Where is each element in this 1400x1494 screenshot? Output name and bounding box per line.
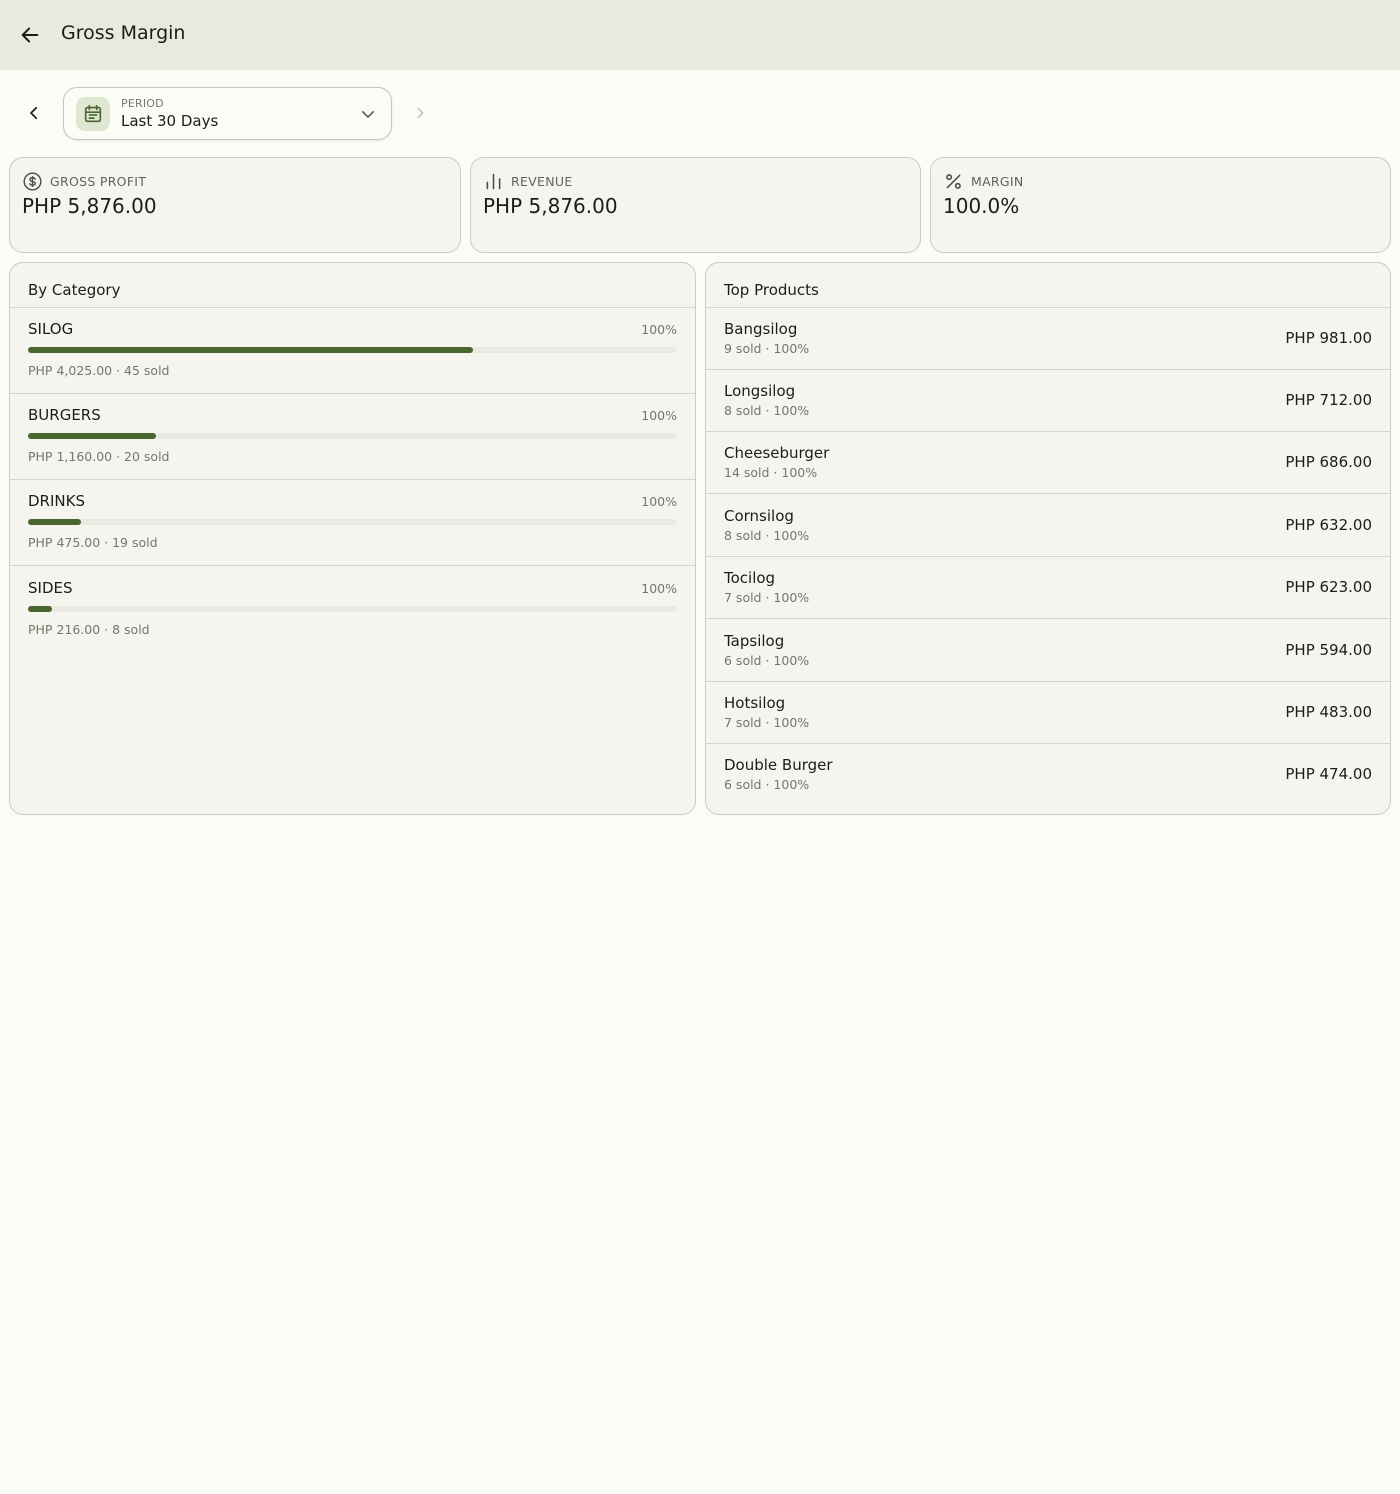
top-products-title: Top Products bbox=[724, 281, 819, 299]
product-row[interactable]: Hotsilog 7 sold · 100% PHP 483.00 bbox=[706, 682, 1390, 744]
category-bar-track bbox=[28, 519, 677, 525]
chevron-right-icon bbox=[417, 107, 424, 119]
product-row[interactable]: Cornsilog 8 sold · 100% PHP 632.00 bbox=[706, 495, 1390, 557]
category-bar-fill bbox=[28, 433, 156, 439]
category-row[interactable]: SILOG 100% PHP 4,025.00 · 45 sold bbox=[10, 308, 695, 394]
gross-profit-card: GROSS PROFIT PHP 5,876.00 bbox=[9, 157, 461, 253]
next-period-button[interactable] bbox=[406, 99, 434, 127]
product-amount: PHP 594.00 bbox=[1285, 641, 1372, 659]
calendar-icon bbox=[76, 97, 110, 131]
period-label: PERIOD bbox=[121, 97, 164, 110]
product-amount: PHP 623.00 bbox=[1285, 578, 1372, 596]
product-name: Double Burger bbox=[724, 756, 833, 774]
margin-card: MARGIN 100.0% bbox=[930, 157, 1391, 253]
product-meta: 7 sold · 100% bbox=[724, 590, 810, 605]
product-amount: PHP 483.00 bbox=[1285, 703, 1372, 721]
previous-period-button[interactable] bbox=[20, 99, 48, 127]
category-meta: PHP 475.00 · 19 sold bbox=[28, 535, 158, 550]
product-name: Cheeseburger bbox=[724, 444, 830, 462]
chevron-down-icon bbox=[362, 111, 374, 118]
margin-label: MARGIN bbox=[971, 174, 1024, 189]
top-products-panel: Top Products Bangsilog 9 sold · 100% PHP… bbox=[705, 262, 1391, 815]
chevron-left-icon bbox=[30, 106, 38, 120]
product-row[interactable]: Longsilog 8 sold · 100% PHP 712.00 bbox=[706, 370, 1390, 432]
category-margin: 100% bbox=[641, 408, 677, 423]
category-bar-track bbox=[28, 606, 677, 612]
gross-profit-label: GROSS PROFIT bbox=[50, 174, 147, 189]
category-margin: 100% bbox=[641, 494, 677, 509]
category-name: DRINKS bbox=[28, 492, 85, 510]
product-amount: PHP 632.00 bbox=[1285, 516, 1372, 534]
category-bar-fill bbox=[28, 519, 81, 525]
period-value: Last 30 Days bbox=[121, 112, 219, 130]
product-meta: 8 sold · 100% bbox=[724, 528, 810, 543]
revenue-label: REVENUE bbox=[511, 174, 573, 189]
product-meta: 8 sold · 100% bbox=[724, 403, 810, 418]
product-meta: 6 sold · 100% bbox=[724, 653, 810, 668]
category-meta: PHP 1,160.00 · 20 sold bbox=[28, 449, 170, 464]
category-name: SIDES bbox=[28, 579, 73, 597]
bar-chart-icon bbox=[486, 173, 501, 190]
product-amount: PHP 686.00 bbox=[1285, 453, 1372, 471]
revenue-card: REVENUE PHP 5,876.00 bbox=[470, 157, 921, 253]
back-button[interactable] bbox=[12, 17, 48, 53]
product-meta: 6 sold · 100% bbox=[724, 777, 810, 792]
category-meta: PHP 216.00 · 8 sold bbox=[28, 622, 150, 637]
category-name: SILOG bbox=[28, 320, 74, 338]
category-bar-fill bbox=[28, 606, 52, 612]
product-row[interactable]: Cheeseburger 14 sold · 100% PHP 686.00 bbox=[706, 432, 1390, 494]
product-meta: 9 sold · 100% bbox=[724, 341, 810, 356]
category-row[interactable]: SIDES 100% PHP 216.00 · 8 sold bbox=[10, 567, 695, 653]
category-margin: 100% bbox=[641, 322, 677, 337]
category-margin: 100% bbox=[641, 581, 677, 596]
product-name: Bangsilog bbox=[724, 320, 798, 338]
product-meta: 7 sold · 100% bbox=[724, 715, 810, 730]
product-name: Hotsilog bbox=[724, 694, 786, 712]
product-amount: PHP 981.00 bbox=[1285, 329, 1372, 347]
product-row[interactable]: Tocilog 7 sold · 100% PHP 623.00 bbox=[706, 557, 1390, 619]
percent-icon bbox=[946, 174, 961, 189]
product-name: Tapsilog bbox=[724, 632, 785, 650]
app-bar: Gross Margin bbox=[0, 0, 1400, 70]
product-meta: 14 sold · 100% bbox=[724, 465, 818, 480]
by-category-title: By Category bbox=[28, 281, 121, 299]
product-name: Longsilog bbox=[724, 382, 796, 400]
category-meta: PHP 4,025.00 · 45 sold bbox=[28, 363, 170, 378]
period-dropdown[interactable]: PERIOD Last 30 Days bbox=[63, 87, 392, 140]
product-amount: PHP 712.00 bbox=[1285, 391, 1372, 409]
arrow-left-icon bbox=[21, 27, 39, 43]
category-bar-track bbox=[28, 433, 677, 439]
category-bar-track bbox=[28, 347, 677, 353]
product-row[interactable]: Double Burger 6 sold · 100% PHP 474.00 bbox=[706, 744, 1390, 806]
product-name: Tocilog bbox=[724, 569, 776, 587]
product-name: Cornsilog bbox=[724, 507, 794, 525]
page-title: Gross Margin bbox=[61, 22, 186, 44]
product-amount: PHP 474.00 bbox=[1285, 765, 1372, 783]
revenue-value: PHP 5,876.00 bbox=[483, 194, 618, 218]
gross-profit-value: PHP 5,876.00 bbox=[22, 194, 157, 218]
by-category-panel: By Category SILOG 100% PHP 4,025.00 · 45… bbox=[9, 262, 696, 815]
margin-value: 100.0% bbox=[943, 194, 1020, 218]
category-row[interactable]: DRINKS 100% PHP 475.00 · 19 sold bbox=[10, 480, 695, 566]
dollar-circle-icon bbox=[23, 172, 42, 191]
product-row[interactable]: Tapsilog 6 sold · 100% PHP 594.00 bbox=[706, 620, 1390, 682]
category-bar-fill bbox=[28, 347, 473, 353]
category-name: BURGERS bbox=[28, 406, 101, 424]
product-row[interactable]: Bangsilog 9 sold · 100% PHP 981.00 bbox=[706, 308, 1390, 370]
category-row[interactable]: BURGERS 100% PHP 1,160.00 · 20 sold bbox=[10, 394, 695, 480]
